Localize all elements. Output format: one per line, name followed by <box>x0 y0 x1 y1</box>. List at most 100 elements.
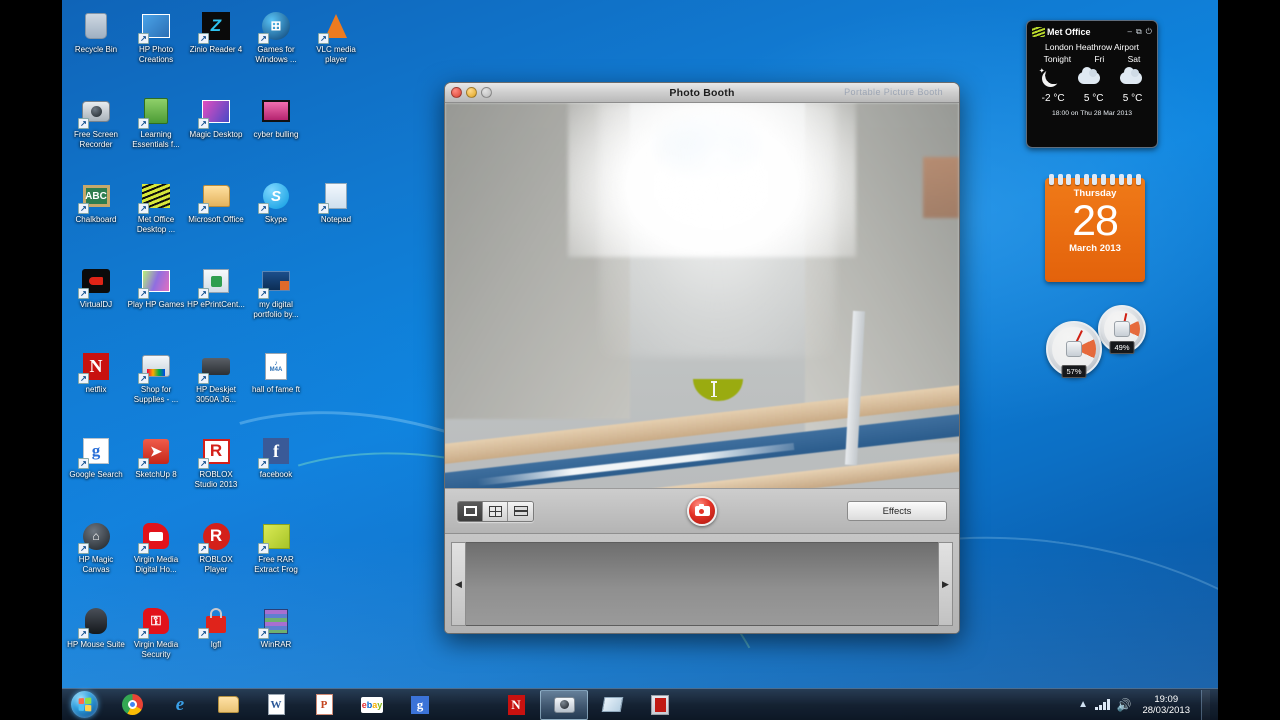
desktop-icon-skype[interactable]: SSkype <box>246 174 306 259</box>
desktop-icon-label: Virgin Media Digital Ho... <box>133 555 179 574</box>
weather-condition-icons <box>1032 67 1152 89</box>
single-photo-mode-button[interactable] <box>458 501 483 521</box>
desktop-icon-my-digital-portfolio-by[interactable]: my digital portfolio by... <box>246 259 306 344</box>
desktop-icon-label: Shop for Supplies - ... <box>133 385 179 404</box>
calendar-month-year: March 2013 <box>1069 243 1121 254</box>
desktop-icon-hall-of-fame-ft[interactable]: ♪ M4A hall of fame ft <box>246 344 306 429</box>
filmstrip-next-button[interactable]: ▶ <box>938 542 953 626</box>
taskbar-lgfl[interactable] <box>444 690 492 720</box>
desktop-icon-vlc-media-player[interactable]: VLC media player <box>306 4 366 89</box>
taskbar-google[interactable]: g <box>396 690 444 720</box>
weather-temp: 5 °C <box>1122 93 1143 104</box>
movie-mode-button[interactable] <box>508 501 533 521</box>
desktop-icon-virgin-media-digital-ho[interactable]: Virgin Media Digital Ho... <box>126 514 186 599</box>
desktop-icon-hp-eprintcent[interactable]: HP ePrintCent... <box>186 259 246 344</box>
shortcut-arrow-icon <box>138 33 149 44</box>
photo-booth-titlebar[interactable]: Photo Booth Portable Picture Booth <box>445 83 959 103</box>
desktop-icon-free-rar-extract-frog[interactable]: Free RAR Extract Frog <box>246 514 306 599</box>
desktop-icon-notepad[interactable]: Notepad <box>306 174 366 259</box>
clock[interactable]: 19:09 28/03/2013 <box>1138 694 1194 716</box>
lgfl-lock-icon <box>456 693 480 717</box>
network-icon[interactable] <box>1095 699 1110 710</box>
desktop-icon-zinio-reader-4[interactable]: ZZinio Reader 4 <box>186 4 246 89</box>
desktop-icon-virgin-media-security[interactable]: ⚿Virgin Media Security <box>126 599 186 684</box>
cloud-icon <box>1078 67 1101 84</box>
desktop-icon-magic-desktop[interactable]: Magic Desktop <box>186 89 246 174</box>
taskbar-chrome[interactable] <box>108 690 156 720</box>
photo-booth-toolbar[interactable]: Effects <box>445 488 959 534</box>
met-office-weather-gadget[interactable]: Met Office – ⧉ ⏻ London Heathrow Airport… <box>1026 20 1158 148</box>
desktop-icon-label: Free Screen Recorder <box>73 130 119 149</box>
close-icon[interactable]: ⏻ <box>1146 27 1152 37</box>
desktop-icon-play-hp-games[interactable]: Play HP Games <box>126 259 186 344</box>
taskbar-powerpoint[interactable]: P <box>300 690 348 720</box>
desktop-icon-cyber-bulling[interactable]: cyber bulling <box>246 89 306 174</box>
filmstrip-empty-area[interactable] <box>466 542 938 626</box>
desktop-icon-hp-deskjet-3050a-j6[interactable]: HP Deskjet 3050A J6... <box>186 344 246 429</box>
desktop-icon-sketchup-8[interactable]: ➤SketchUp 8 <box>126 429 186 514</box>
desktop-icon-hp-photo-creations[interactable]: HP Photo Creations <box>126 4 186 89</box>
hp-photo-creations-icon <box>138 10 172 44</box>
weather-brand: Met Office <box>1032 27 1091 37</box>
desktop-icon-recycle-bin[interactable]: Recycle Bin <box>66 4 126 89</box>
desktop-icon-shop-for-supplies[interactable]: Shop for Supplies - ... <box>126 344 186 429</box>
desktop-icon-label: Learning Essentials f... <box>132 130 180 149</box>
minimize-icon[interactable]: – <box>1128 27 1132 37</box>
taskbar-winrar[interactable] <box>636 690 684 720</box>
recycle-bin-icon <box>80 10 112 42</box>
weather-gadget-controls[interactable]: – ⧉ ⏻ <box>1128 27 1153 37</box>
taskbar-netflix[interactable]: N <box>492 690 540 720</box>
cloud-icon <box>1120 67 1143 84</box>
calendar-day-number: 28 <box>1072 197 1119 245</box>
filmstrip-prev-button[interactable]: ◀ <box>451 542 466 626</box>
taskbar-word[interactable]: W <box>252 690 300 720</box>
taskbar-windows-explorer[interactable] <box>204 690 252 720</box>
taskbar[interactable]: e WPebayg N ▲ 🔊 19:09 28/03/2013 <box>62 688 1218 720</box>
taskbar-photo-booth[interactable] <box>540 689 588 720</box>
desktop-icon-games-for-windows[interactable]: ⊞Games for Windows ... <box>246 4 306 89</box>
capture-mode-group[interactable] <box>457 500 534 522</box>
desktop-icon-hp-magic-canvas[interactable]: ⌂HP Magic Canvas <box>66 514 126 599</box>
desktop-icon-roblox-studio-2013[interactable]: RROBLOX Studio 2013 <box>186 429 246 514</box>
learning-essentials-icon <box>138 95 172 129</box>
photo-booth-window[interactable]: Photo Booth Portable Picture Booth Effec… <box>444 82 960 634</box>
taskbar-notepad[interactable] <box>588 690 636 720</box>
weather-brand-label: Met Office <box>1047 27 1091 37</box>
met-office-desktop-icon <box>138 180 172 214</box>
preview-brick-patch <box>923 156 959 219</box>
desktop-icon-winrar[interactable]: WinRAR <box>246 599 306 684</box>
desktop-icon-virtualdj[interactable]: VirtualDJ <box>66 259 126 344</box>
system-tray[interactable]: ▲ 🔊 19:09 28/03/2013 <box>1078 689 1218 720</box>
desktop-icon-met-office-desktop[interactable]: Met Office Desktop ... <box>126 174 186 259</box>
taskbar-ebay[interactable]: ebay <box>348 690 396 720</box>
shortcut-arrow-icon <box>198 628 209 639</box>
desktop-icon-chalkboard[interactable]: ABCChalkboard <box>66 174 126 259</box>
desktop-icon-facebook[interactable]: ffacebook <box>246 429 306 514</box>
desktop-icon-hp-mouse-suite[interactable]: HP Mouse Suite <box>66 599 126 684</box>
desktop-icon-lgfl[interactable]: lgfl <box>186 599 246 684</box>
desktop[interactable]: Recycle Bin HP Photo Creations ZZinio Read… <box>62 0 1218 720</box>
calendar-gadget[interactable]: Thursday 28 March 2013 <box>1045 174 1145 282</box>
four-up-photo-mode-button[interactable] <box>483 501 508 521</box>
desktop-icon-google-search[interactable]: gGoogle Search <box>66 429 126 514</box>
show-hidden-icons-button[interactable]: ▲ <box>1078 699 1088 710</box>
desktop-icon-microsoft-office[interactable]: Microsoft Office <box>186 174 246 259</box>
options-icon[interactable]: ⧉ <box>1136 27 1142 37</box>
effects-button[interactable]: Effects <box>847 501 947 521</box>
windows-explorer-icon <box>216 693 240 717</box>
start-button[interactable] <box>62 690 106 720</box>
shortcut-arrow-icon <box>138 373 149 384</box>
camera-shutter-button[interactable] <box>687 496 717 526</box>
show-desktop-button[interactable] <box>1201 689 1210 720</box>
cpu-memory-meter-gadget[interactable]: 49% 57% <box>1046 305 1146 378</box>
webcam-preview[interactable] <box>445 103 959 488</box>
desktop-icon-roblox-player[interactable]: RROBLOX Player <box>186 514 246 599</box>
desktop-icon-learning-essentials-f[interactable]: Learning Essentials f... <box>126 89 186 174</box>
zinio-reader-icon: Z <box>198 10 232 44</box>
photo-tray[interactable]: ◀ ▶ <box>445 534 959 633</box>
desktop-icon-empty <box>306 344 366 429</box>
volume-icon[interactable]: 🔊 <box>1117 698 1132 712</box>
desktop-icon-netflix[interactable]: Nnetflix <box>66 344 126 429</box>
taskbar-internet-explorer[interactable]: e <box>156 690 204 720</box>
desktop-icon-free-screen-recorder[interactable]: Free Screen Recorder <box>66 89 126 174</box>
